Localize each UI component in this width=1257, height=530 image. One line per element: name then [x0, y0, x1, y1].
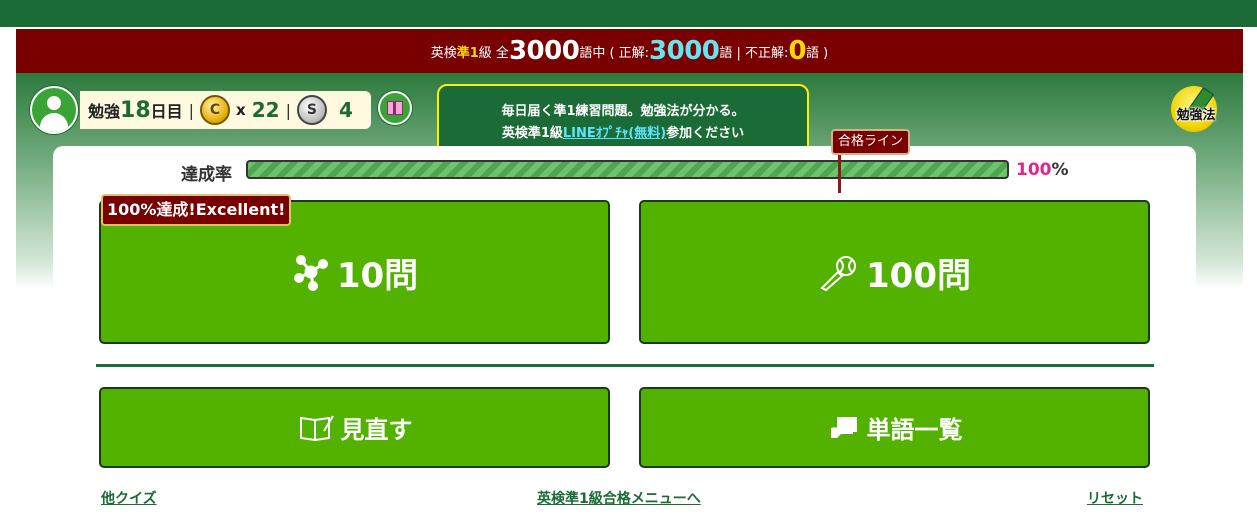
other-quiz-link[interactable]: 他クイズ	[101, 488, 157, 508]
user-avatar-icon[interactable]	[30, 86, 78, 134]
progress-percent: 100%	[1016, 160, 1069, 180]
review-button[interactable]: 見直す	[99, 387, 610, 468]
silver-coin-count: 4	[338, 98, 353, 122]
header-mid-text: 語中 ( 正解:	[579, 45, 650, 61]
score-header: 英検 準1 級 全 3000 語中 ( 正解: 3000 語 | 不正解: 0 …	[16, 29, 1243, 73]
word-list-label: 単語一覧	[866, 416, 963, 444]
progress-value: 100	[1016, 160, 1052, 180]
achievement-badge: 100%達成!Excellent!	[101, 194, 292, 226]
header-grade-prefix: 英検	[430, 45, 457, 61]
days-suffix: 日目	[150, 102, 183, 121]
baseball-bat-icon	[820, 256, 856, 292]
open-book-icon	[299, 414, 334, 441]
silver-coin-icon: S	[296, 95, 327, 125]
line-openchat-link[interactable]: LINEｵﾌﾟﾁｬ(無料)	[563, 126, 666, 141]
notice-line2: 英検準1級LINEｵﾌﾟﾁｬ(無料)参加ください	[439, 123, 807, 145]
review-label: 見直す	[340, 416, 413, 444]
gift-icon[interactable]	[378, 91, 412, 125]
section-divider	[96, 364, 1154, 367]
header-correct-count: 3000	[649, 36, 720, 66]
reset-link[interactable]: リセット	[1087, 488, 1143, 508]
header-incorrect-count: 0	[788, 36, 807, 66]
days-prefix: 勉強	[88, 102, 121, 121]
book-hand-icon	[830, 416, 857, 438]
study-method-label: 勉強法	[1176, 108, 1216, 123]
gold-coin-icon: C	[200, 95, 231, 125]
header-after-correct: 語 | 不正解:	[719, 45, 789, 61]
progress-bar	[246, 160, 1009, 179]
menu-link[interactable]: 英検準1級合格メニューへ	[537, 488, 701, 508]
hundred-questions-label: 100問	[866, 255, 971, 296]
word-list-button[interactable]: 単語一覧	[639, 387, 1150, 468]
gold-coin-count: 22	[251, 98, 280, 122]
notice-line2-suffix: 参加ください	[666, 126, 745, 141]
gold-multiplier: x	[236, 101, 246, 119]
ten-questions-label: 10問	[336, 255, 419, 296]
separator: |	[188, 100, 195, 120]
progress-unit: %	[1051, 160, 1069, 180]
molecule-icon	[293, 255, 328, 291]
hundred-questions-button[interactable]: 100問	[639, 200, 1150, 344]
notice-line1: 毎日届く準1練習問題。勉強法が分かる。	[501, 104, 745, 119]
header-total-words: 3000	[508, 36, 580, 66]
study-method-button[interactable]: 勉強法	[1171, 86, 1221, 132]
header-grade-suffix: 級 全	[478, 45, 509, 61]
notice-line2-prefix: 英検準1級	[501, 126, 563, 141]
separator: |	[285, 100, 291, 120]
days-count: 18	[120, 97, 151, 123]
pass-line-marker	[838, 155, 841, 193]
progress-label: 達成率	[181, 165, 232, 185]
top-bar	[0, 0, 1257, 27]
user-avatar[interactable]	[30, 86, 78, 134]
pass-line-flag: 合格ライン	[831, 129, 911, 155]
header-end-text: 語 )	[806, 45, 829, 61]
study-status: 勉強 18 日目 | C x 22 | S 4	[80, 91, 371, 129]
header-grade-level: 準1	[456, 45, 479, 61]
